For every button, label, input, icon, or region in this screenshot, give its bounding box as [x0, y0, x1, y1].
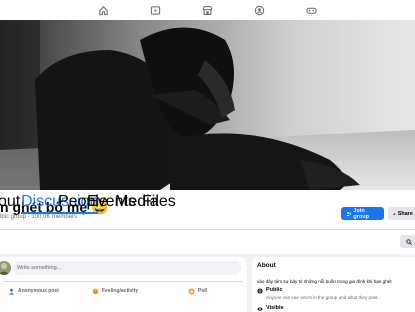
top-nav — [0, 0, 415, 20]
poll-label: Poll — [198, 288, 208, 294]
group-header: n ghét bố mẹ 😀 blic group · 100.0K membe… — [0, 190, 415, 254]
tab-about[interactable]: out — [0, 190, 20, 214]
public-title: Public — [266, 287, 283, 293]
group-search-button[interactable] — [400, 235, 415, 248]
share-label: Share — [397, 210, 413, 217]
people-plus-icon — [346, 211, 352, 216]
eye-icon — [257, 307, 263, 311]
join-group-label: Join group — [353, 207, 369, 220]
anonymous-icon — [8, 288, 15, 295]
visible-title: Visible — [266, 305, 284, 311]
about-description: vào đây tâm sự bày tỏ những nỗi buồn tro… — [257, 279, 392, 284]
tab-files-label: Files — [142, 193, 176, 210]
anonymous-post-button[interactable]: Anonymous post — [8, 285, 59, 297]
share-button[interactable]: Share — [388, 207, 415, 220]
tab-files[interactable]: Files — [142, 190, 176, 214]
groups-icon[interactable] — [254, 4, 266, 16]
tab-about-label: out — [0, 193, 21, 210]
public-description: Anyone can see who's in the group and wh… — [266, 295, 379, 300]
group-meta: blic group · 100.0K members — [0, 214, 78, 220]
poll-icon — [188, 287, 195, 295]
join-group-button[interactable]: Join group — [341, 207, 384, 220]
avatar[interactable] — [0, 261, 11, 275]
gaming-icon[interactable] — [306, 4, 318, 16]
composer-divider — [3, 281, 243, 282]
about-card: About vào đây tâm sự bày tỏ những nỗi bu… — [252, 257, 415, 312]
facebook-group-page: n ghét bố mẹ 😀 blic group · 100.0K membe… — [0, 0, 415, 312]
cover-photo[interactable] — [0, 20, 415, 190]
home-icon[interactable] — [98, 4, 110, 16]
globe-icon — [257, 288, 263, 294]
video-icon[interactable] — [150, 4, 162, 16]
share-icon — [393, 212, 396, 215]
about-title: About — [257, 262, 276, 269]
composer-placeholder: Write something... — [17, 265, 62, 271]
write-something-input[interactable]: Write something... — [13, 261, 241, 275]
post-composer: Write something... Anonymous post Feelin… — [0, 257, 247, 312]
header-divider — [0, 229, 415, 230]
feeling-icon — [92, 287, 99, 295]
anonymous-post-label: Anonymous post — [18, 288, 59, 294]
feeling-activity-label: Feeling/activity — [102, 288, 139, 294]
marketplace-icon[interactable] — [202, 4, 214, 16]
search-icon — [406, 238, 412, 245]
feeling-activity-button[interactable]: Feeling/activity — [92, 285, 138, 297]
poll-button[interactable]: Poll — [188, 285, 207, 297]
